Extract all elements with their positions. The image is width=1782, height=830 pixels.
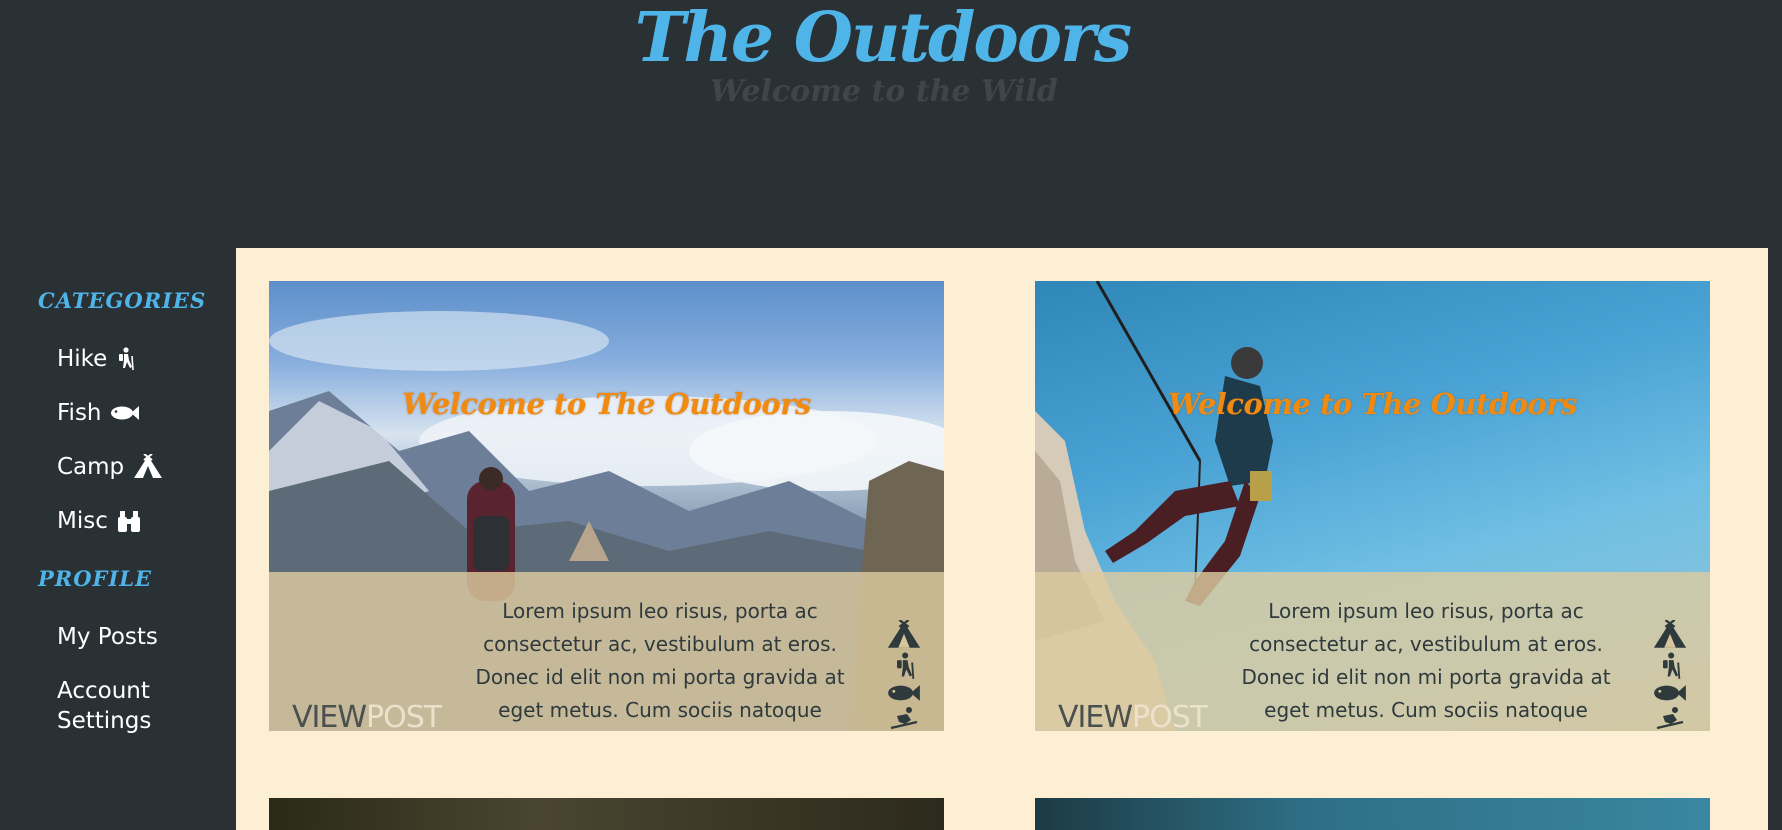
- post-overlay: Lorem ipsum leo risus, porta ac consecte…: [1035, 572, 1710, 731]
- post-card[interactable]: Welcome to The Outdoors Lorem ipsum leo …: [1035, 281, 1710, 731]
- post-label: POST: [366, 700, 442, 731]
- post-label: POST: [1132, 700, 1208, 731]
- tent-icon: [1653, 620, 1687, 648]
- site-title[interactable]: The Outdoors: [0, 0, 1765, 78]
- hiker-icon: [1663, 652, 1681, 679]
- post-overlay: Lorem ipsum leo risus, porta ac consecte…: [269, 572, 944, 731]
- post-title: Welcome to The Outdoors: [1168, 387, 1577, 421]
- categories-heading: CATEGORIES: [38, 288, 207, 313]
- sidebar-item-my-posts[interactable]: My Posts: [57, 622, 158, 652]
- view-post-link[interactable]: VIEWPOST: [1058, 700, 1208, 731]
- post-card-partial[interactable]: [1035, 798, 1710, 830]
- sidebar-item-hike[interactable]: Hike: [57, 344, 135, 374]
- sidebar-item-label: Fish: [57, 400, 102, 426]
- site-header: The Outdoors Welcome to the Wild: [0, 0, 1782, 248]
- post-excerpt: Lorem ipsum leo risus, porta ac consecte…: [1241, 599, 1611, 722]
- skier-icon: [1656, 707, 1684, 730]
- view-label: VIEW: [1058, 700, 1133, 731]
- profile-heading: PROFILE: [38, 566, 153, 591]
- post-category-icons: [884, 620, 924, 731]
- sidebar-item-label: My Posts: [57, 624, 158, 650]
- sidebar: CATEGORIES Hike Fish Camp Misc PROFILE M…: [0, 248, 236, 830]
- sidebar-item-label: Hike: [57, 346, 108, 372]
- fish-icon: [110, 406, 139, 420]
- view-label: VIEW: [292, 700, 367, 731]
- site-tagline: Welcome to the Wild: [710, 74, 1058, 109]
- sidebar-item-label: Misc: [57, 508, 108, 534]
- sidebar-item-label: Account Settings: [57, 678, 152, 734]
- fish-icon: [888, 685, 920, 701]
- view-post-link[interactable]: VIEWPOST: [292, 700, 442, 731]
- sidebar-item-misc[interactable]: Misc: [57, 506, 142, 536]
- posts-panel: Welcome to The Outdoors Lorem ipsum leo …: [236, 248, 1768, 830]
- post-excerpt: Lorem ipsum leo risus, porta ac consecte…: [475, 599, 845, 722]
- sidebar-item-account-settings[interactable]: Account Settings: [57, 676, 207, 736]
- post-title: Welcome to The Outdoors: [402, 387, 811, 421]
- sidebar-item-fish[interactable]: Fish: [57, 398, 140, 428]
- tent-icon: [134, 454, 163, 478]
- post-card[interactable]: Welcome to The Outdoors Lorem ipsum leo …: [269, 281, 944, 731]
- tent-icon: [887, 620, 921, 648]
- hiker-icon: [897, 652, 915, 679]
- post-category-icons: [1650, 620, 1690, 731]
- sidebar-item-camp[interactable]: Camp: [57, 452, 164, 482]
- hiker-icon: [119, 347, 135, 371]
- post-card-partial[interactable]: [269, 798, 944, 830]
- sidebar-item-label: Camp: [57, 454, 125, 480]
- fish-icon: [1654, 685, 1686, 701]
- binoculars-icon: [117, 511, 140, 532]
- skier-icon: [890, 707, 918, 730]
